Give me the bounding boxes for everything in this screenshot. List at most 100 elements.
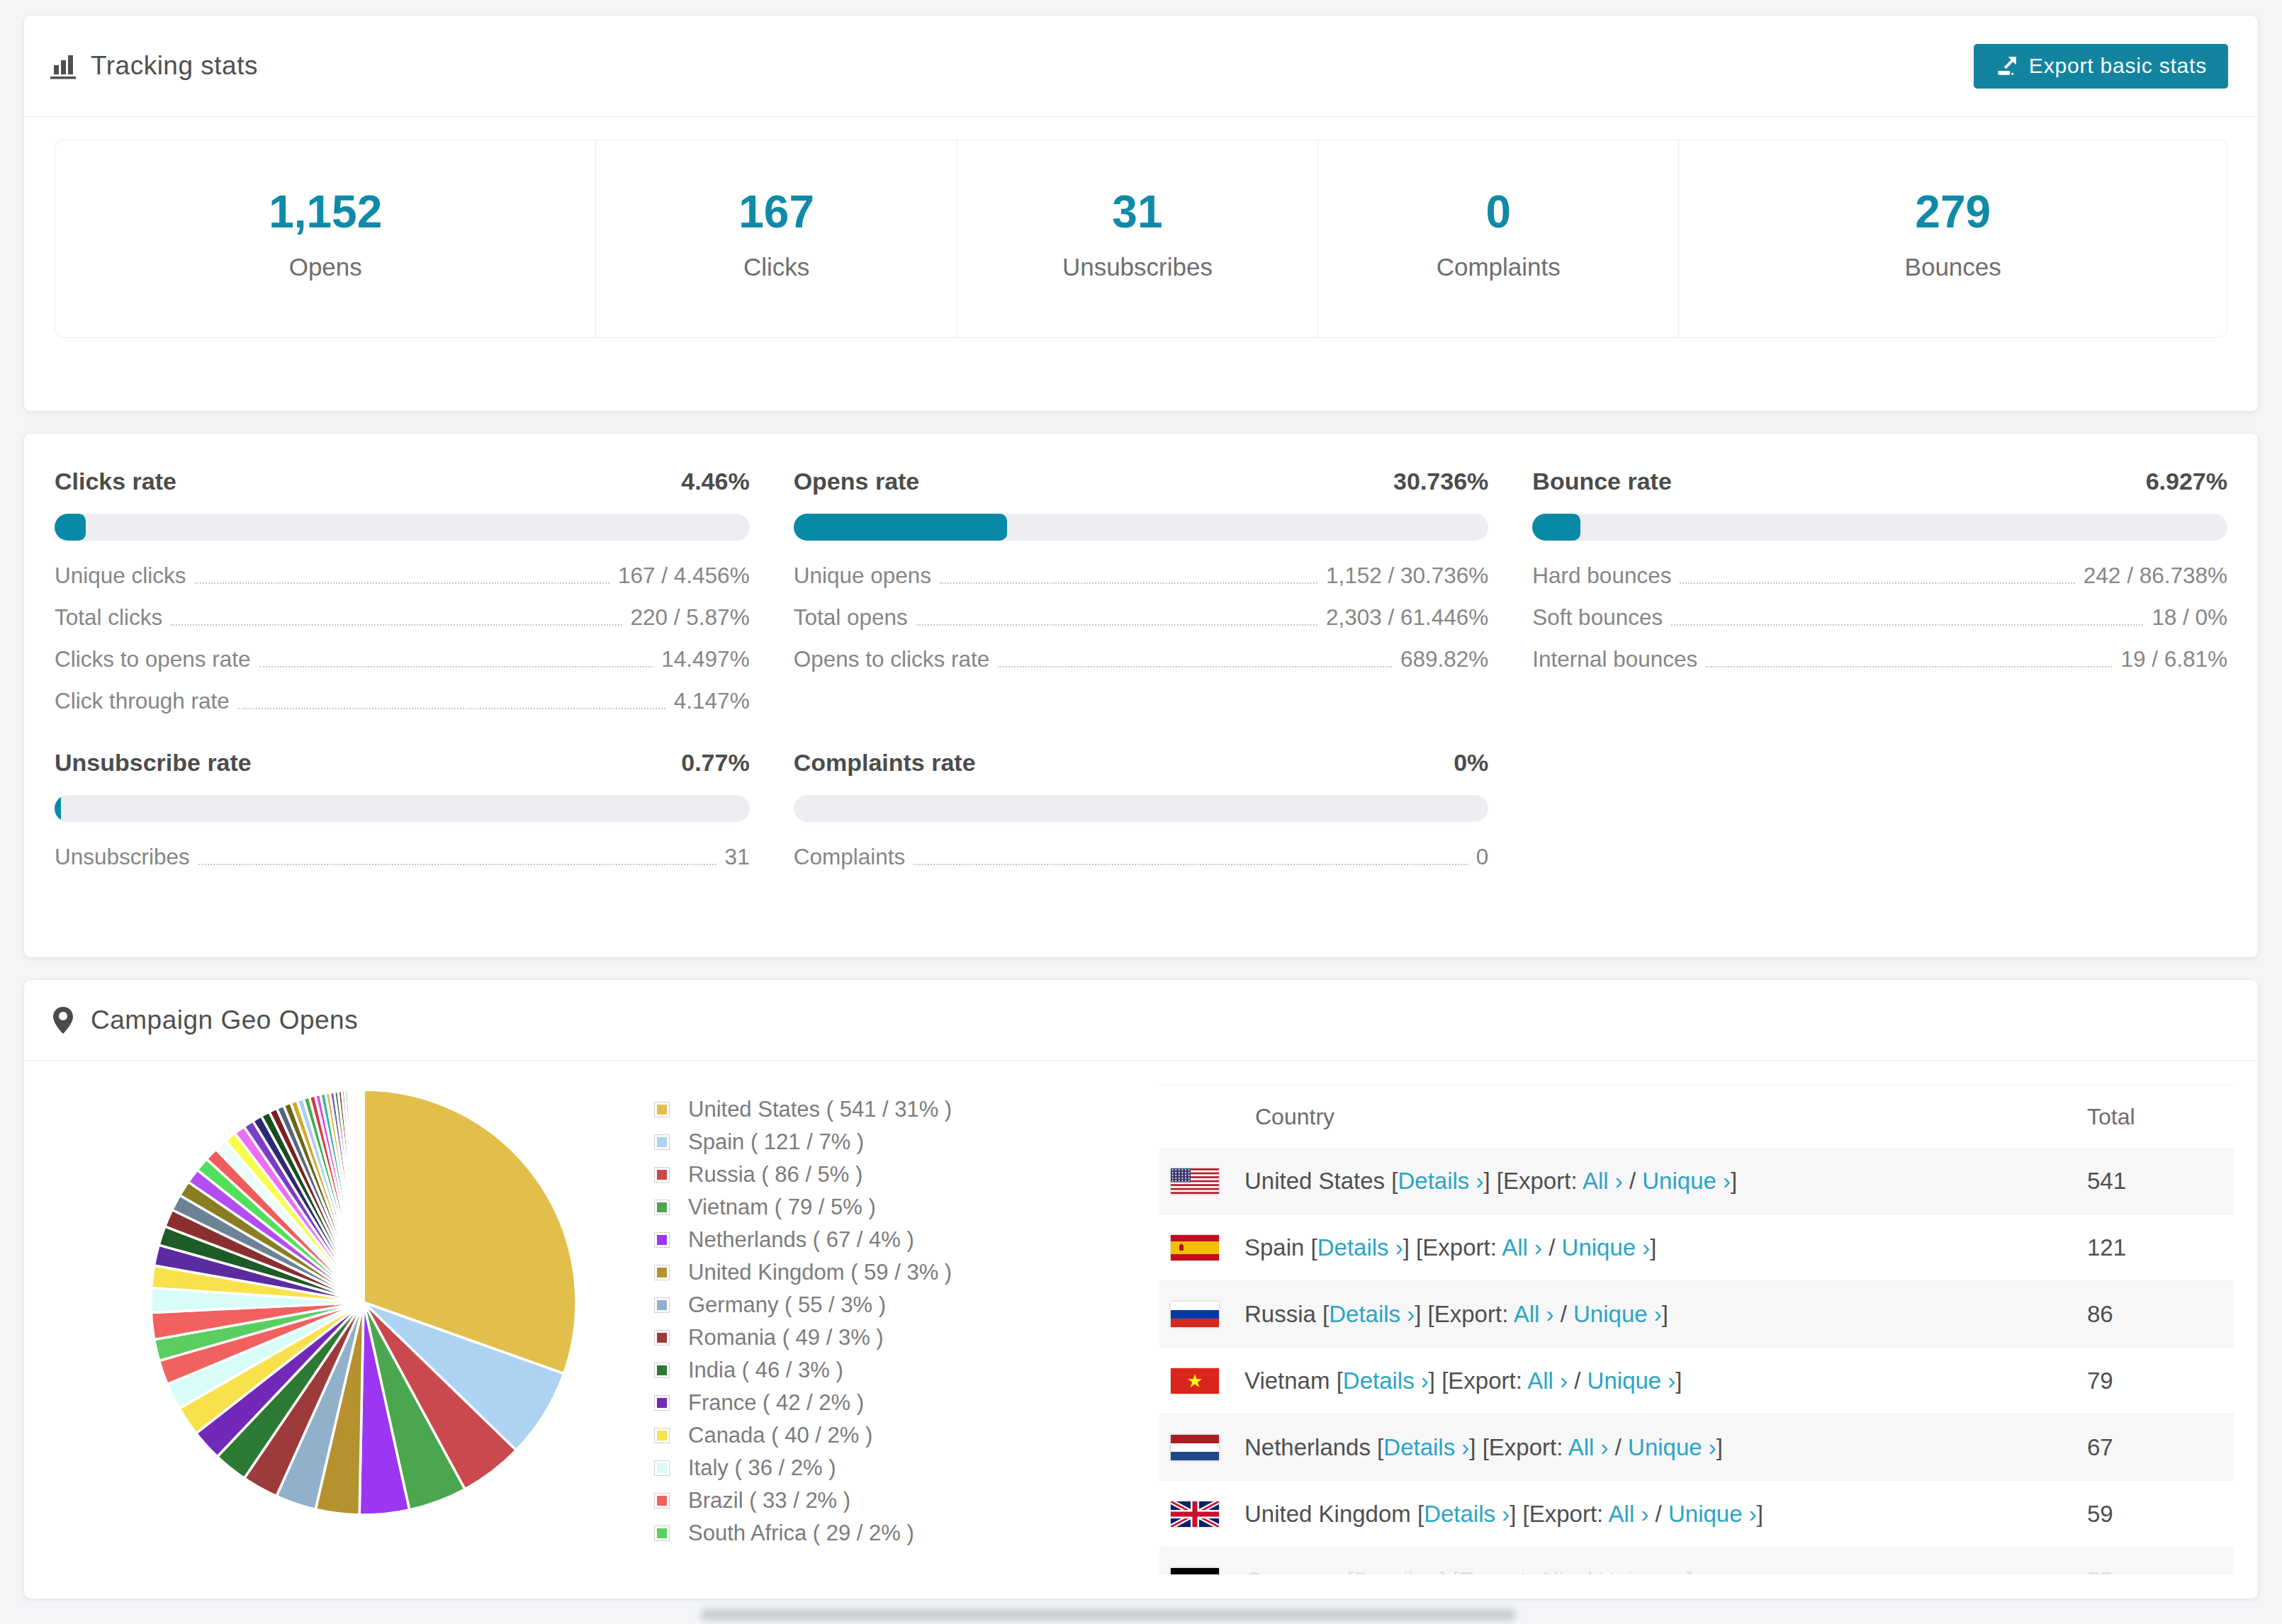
rate-row-value: 19 / 6.81% (2120, 646, 2227, 672)
country-name: Germany (1244, 1567, 1341, 1575)
legend-item: France ( 42 / 2% ) (654, 1387, 952, 1419)
details-link[interactable]: Details › (1329, 1301, 1415, 1327)
details-link[interactable]: Details › (1383, 1434, 1469, 1460)
dotted-leader (1706, 666, 2112, 667)
details-link[interactable]: Details › (1398, 1168, 1483, 1194)
stat-label: Clicks (743, 253, 809, 281)
rate-row-value: 2,303 / 61.446% (1326, 604, 1488, 631)
export-all-link[interactable]: All › (1514, 1301, 1554, 1327)
legend-swatch (654, 1167, 670, 1183)
legend-swatch (654, 1526, 670, 1541)
export-unique-link[interactable]: Unique › (1598, 1567, 1687, 1575)
country-cell: United States [Details ›] [Export: All ›… (1244, 1168, 1737, 1195)
country-cell: Vietnam [Details ›] [Export: All › / Uni… (1244, 1368, 1682, 1394)
legend-item: Canada ( 40 / 2% ) (654, 1419, 952, 1452)
geo-table-row-gb: United Kingdom [Details ›] [Export: All … (1159, 1481, 2234, 1547)
export-unique-link[interactable]: Unique › (1668, 1501, 1757, 1527)
legend-label: Spain ( 121 / 7% ) (688, 1129, 864, 1155)
details-link[interactable]: Details › (1354, 1567, 1439, 1575)
campaign-geo-opens-card: Campaign Geo Opens United States ( 541 /… (23, 979, 2259, 1599)
export-all-link[interactable]: All › (1583, 1168, 1623, 1194)
legend-item: India ( 46 / 3% ) (654, 1354, 952, 1387)
rate-row-label: Click through rate (55, 688, 230, 714)
geo-table-row-us: United States [Details ›] [Export: All ›… (1159, 1148, 2234, 1214)
export-unique-link[interactable]: Unique › (1628, 1434, 1716, 1460)
export-all-link[interactable]: All › (1527, 1368, 1568, 1394)
export-all-link[interactable]: All › (1568, 1434, 1609, 1460)
flag-vietnam (1171, 1368, 1219, 1394)
export-all-link[interactable]: All › (1609, 1501, 1649, 1527)
rate-row-label: Unique clicks (55, 563, 186, 589)
stat-box-unsubscribes: 31Unsubscribes (957, 140, 1318, 337)
rate-value: 0% (1454, 749, 1488, 777)
rate-row: Hard bounces242 / 86.738% (1532, 555, 2227, 597)
rate-title: Opens rate (794, 468, 920, 495)
legend-label: India ( 46 / 3% ) (688, 1358, 843, 1383)
rate-value: 4.46% (681, 468, 749, 495)
export-unique-link[interactable]: Unique › (1642, 1168, 1731, 1194)
rate-row-label: Complaints (794, 844, 906, 870)
legend-item: South Africa ( 29 / 2% ) (654, 1517, 952, 1550)
rate-value: 0.77% (681, 749, 749, 777)
rate-row: Total clicks220 / 5.87% (55, 597, 750, 638)
legend-swatch (654, 1363, 670, 1378)
rate-row-label: Total opens (794, 604, 908, 631)
total-cell: 86 (2087, 1301, 2234, 1328)
export-all-link[interactable]: All › (1539, 1567, 1579, 1575)
rate-row-value: 4.147% (674, 688, 750, 714)
details-link[interactable]: Details › (1424, 1501, 1510, 1527)
legend-item: Romania ( 49 / 3% ) (654, 1321, 952, 1354)
flag-spain (1171, 1235, 1219, 1261)
rate-row-label: Clicks to opens rate (55, 646, 251, 672)
total-cell: 59 (2087, 1501, 2234, 1528)
dotted-leader (198, 864, 716, 865)
legend-label: United Kingdom ( 59 / 3% ) (688, 1260, 952, 1285)
progress-bar (794, 795, 1489, 822)
bar-chart-icon (48, 51, 78, 81)
legend-label: Italy ( 36 / 2% ) (688, 1455, 836, 1481)
rate-row: Soft bounces18 / 0% (1532, 597, 2227, 638)
rate-row-value: 689.82% (1400, 646, 1488, 672)
country-name: Vietnam (1244, 1368, 1330, 1394)
rates-card: Clicks rate4.46%Unique clicks167 / 4.456… (23, 433, 2259, 958)
rate-title: Clicks rate (55, 468, 176, 495)
export-unique-link[interactable]: Unique › (1587, 1368, 1676, 1394)
flag-united-states (1171, 1168, 1219, 1194)
rate-title: Bounce rate (1532, 468, 1672, 495)
rate-value: 30.736% (1393, 468, 1488, 495)
rate-section-bounce-rate: Bounce rate 6.927% Hard bounces242 / 86.73… (1532, 468, 2227, 722)
stat-box-complaints: 0Complaints (1318, 140, 1679, 337)
rate-row-label: Opens to clicks rate (794, 646, 990, 672)
export-all-link[interactable]: All › (1502, 1234, 1542, 1261)
flag-netherlands (1171, 1435, 1219, 1460)
export-unique-link[interactable]: Unique › (1573, 1301, 1662, 1327)
rate-section-unsubscribe-rate: Unsubscribe rate0.77%Unsubscribes31 (55, 749, 750, 878)
rate-value: 6.927% (2146, 468, 2227, 495)
legend-label: Canada ( 40 / 2% ) (688, 1423, 872, 1448)
rate-row: Click through rate 4.147% (55, 680, 750, 722)
geo-table-row-es: Spain [Details ›] [Export: All › / Uniqu… (1159, 1214, 2234, 1281)
legend-swatch (654, 1200, 670, 1215)
legend-swatch (654, 1265, 670, 1280)
horizontal-scrollbar-thumb[interactable] (700, 1608, 1517, 1621)
total-cell: 121 (2087, 1234, 2234, 1261)
progress-bar (794, 514, 1489, 541)
legend-item: Vietnam ( 79 / 5% ) (654, 1191, 952, 1224)
legend-item: Russia ( 86 / 5% ) (654, 1158, 952, 1191)
legend-label: United States ( 541 / 31% ) (688, 1097, 952, 1122)
dotted-leader (259, 666, 653, 667)
total-cell: 541 (2087, 1168, 2234, 1195)
export-unique-link[interactable]: Unique › (1562, 1234, 1651, 1261)
details-link[interactable]: Details › (1317, 1234, 1403, 1261)
summary-stats-row: 1,152Opens167Clicks31Unsubscribes0Compla… (55, 140, 2227, 338)
details-link[interactable]: Details › (1343, 1368, 1429, 1394)
legend-item: Germany ( 55 / 3% ) (654, 1289, 952, 1321)
total-cell: 55 (2087, 1567, 2234, 1575)
dotted-leader (916, 624, 1317, 626)
country-cell: Russia [Details ›] [Export: All › / Uniq… (1244, 1301, 1668, 1328)
geo-title: Campaign Geo Opens (91, 1005, 358, 1035)
country-cell: United Kingdom [Details ›] [Export: All … (1244, 1501, 1763, 1528)
export-basic-stats-button[interactable]: Export basic stats (1974, 44, 2228, 89)
legend-swatch (654, 1460, 670, 1476)
progress-bar (55, 514, 750, 541)
